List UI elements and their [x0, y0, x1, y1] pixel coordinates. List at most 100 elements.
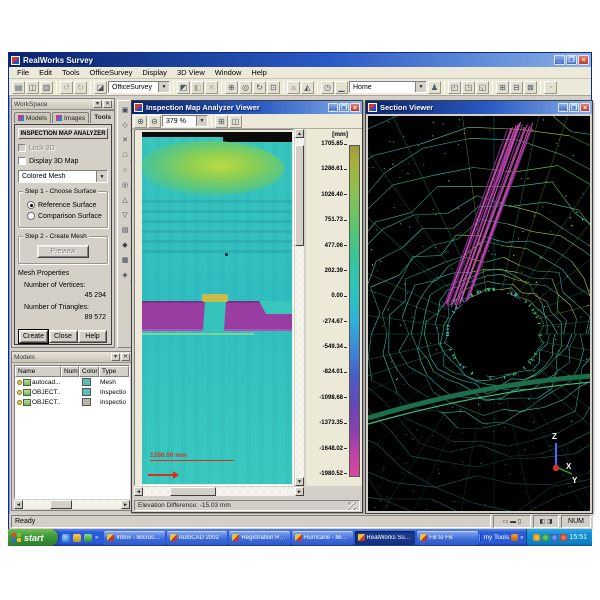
quick-launch-icon[interactable]	[73, 534, 81, 542]
rotate-icon[interactable]: ↻	[253, 81, 266, 94]
map-viewer-titlebar[interactable]: Inspection Map Analyzer Viewer _ ❐ ×	[132, 101, 362, 114]
models-column-name[interactable]: Name	[15, 366, 61, 377]
lock-3d-checkbox[interactable]	[18, 144, 26, 152]
chevron-down-icon[interactable]: ▼	[415, 82, 426, 92]
cascade-icon[interactable]: ⊞	[496, 81, 509, 94]
help-button[interactable]: Help	[78, 330, 107, 343]
mesh-type-dropdown[interactable]: Colored Mesh ▼	[18, 170, 108, 183]
taskbar-task[interactable]: RealWorks Survey	[355, 531, 416, 545]
scroll-up-icon[interactable]: ▲	[295, 129, 304, 138]
save-icon[interactable]: ◫	[26, 81, 39, 94]
minimize-button[interactable]: _	[554, 55, 565, 65]
comparison-surface-radio[interactable]	[27, 212, 35, 220]
fit-view-icon[interactable]: ⊞	[215, 115, 228, 128]
clock-icon[interactable]: ◷	[321, 81, 334, 94]
start-button[interactable]: start	[8, 529, 58, 546]
undo-icon[interactable]: ↺	[60, 81, 73, 94]
section-maximize-button[interactable]: ❐	[569, 103, 579, 112]
models-column-type[interactable]: Type	[99, 366, 129, 377]
vertical-tool-icon[interactable]: ◈▾	[119, 268, 132, 282]
cut-icon[interactable]: ✕	[205, 81, 218, 94]
chevron-overflow-icon[interactable]: »	[95, 535, 98, 541]
tray-icon[interactable]	[560, 534, 567, 541]
quick-launch-icon[interactable]	[84, 534, 92, 542]
section-minimize-button[interactable]: _	[558, 103, 568, 112]
zoom-level-combo[interactable]: 379 % ▼	[162, 115, 208, 127]
layout2-icon[interactable]: ◳	[462, 81, 475, 94]
vertical-tool-icon[interactable]: ▣	[119, 103, 132, 117]
section-viewer-titlebar[interactable]: Section Viewer _ ❐ ×	[366, 101, 592, 114]
pan-icon[interactable]: ◫	[229, 115, 242, 128]
vertical-tool-icon[interactable]: ◆▾	[119, 238, 132, 252]
taskbar-task[interactable]: Hurricane - Micro...	[292, 531, 353, 545]
zoom-out-icon[interactable]: ⊖	[148, 115, 161, 128]
reference-surface-row[interactable]: Reference Surface	[27, 201, 103, 209]
chevron-down-icon[interactable]: ▼	[158, 82, 169, 92]
comparison-surface-row[interactable]: Comparison Surface	[27, 212, 103, 220]
target-icon[interactable]: ◎	[239, 81, 252, 94]
vertical-tool-icon[interactable]: △	[119, 193, 132, 207]
lock-3d-row[interactable]: Lock 3D	[18, 144, 108, 152]
models-caption[interactable]: Models ▾ ✕	[12, 352, 132, 363]
main-titlebar[interactable]: RealWorks Survey _ ❐ ×	[9, 53, 591, 67]
tab-tools[interactable]: Tools	[90, 110, 115, 123]
models-column-num[interactable]: Num...	[61, 366, 79, 377]
map-minimize-button[interactable]: _	[328, 103, 338, 112]
models-close-icon[interactable]: ✕	[121, 353, 130, 361]
menu-help[interactable]: Help	[247, 68, 270, 77]
print-icon[interactable]: ▥	[40, 81, 53, 94]
map-canvas[interactable]: 1200.00 mm	[134, 129, 294, 486]
scroll-left-icon[interactable]: ◄	[14, 500, 23, 509]
map-vscrollbar[interactable]: ▲ ▼	[295, 129, 304, 486]
layout1-icon[interactable]: ◰	[448, 81, 461, 94]
workspace-caption[interactable]: WorkSpace ▾ ✕	[12, 99, 114, 110]
layout3-icon[interactable]: ◱	[476, 81, 489, 94]
vertical-tool-icon[interactable]: ▽▾	[119, 208, 132, 222]
internet-explorer-icon[interactable]	[62, 534, 70, 542]
close-button[interactable]: ×	[578, 55, 589, 65]
chevron-overflow-icon[interactable]: »	[520, 535, 523, 541]
redo-icon[interactable]: ↻	[74, 81, 87, 94]
display-3d-map-checkbox[interactable]	[18, 157, 26, 165]
section-close-button[interactable]: ×	[580, 103, 590, 112]
taskbar-task[interactable]: AutoCAD 2002	[167, 531, 228, 545]
sync-icon[interactable]: ◪	[94, 81, 107, 94]
fit-icon[interactable]: ⊡	[267, 81, 280, 94]
vertical-tool-icon[interactable]: ◎▾	[119, 178, 132, 192]
measure-icon[interactable]: ⊕	[225, 81, 238, 94]
menu-officesurvey[interactable]: OfficeSurvey	[86, 68, 137, 77]
close-panel-button[interactable]: Close	[49, 330, 78, 343]
edit-icon[interactable]: ◭	[301, 81, 314, 94]
deselect-icon[interactable]: ◧	[191, 81, 204, 94]
menu-display[interactable]: Display	[138, 68, 171, 77]
officesurvey-combo[interactable]: OfficeSurvey▼	[108, 81, 170, 93]
tab-models[interactable]: Models	[14, 112, 51, 123]
user-icon[interactable]: ♟	[428, 81, 441, 94]
map-maximize-button[interactable]: ❐	[339, 103, 349, 112]
inspection-heatmap[interactable]: 1200.00 mm	[142, 132, 292, 484]
preview-button[interactable]: Preview	[37, 245, 89, 258]
tray-icon[interactable]	[551, 534, 558, 541]
workspace-pin-icon[interactable]: ▾	[93, 100, 102, 108]
menu-tools[interactable]: Tools	[58, 68, 84, 77]
vertical-tool-icon[interactable]: ✕	[119, 133, 132, 147]
tile-icon[interactable]: ⊟	[510, 81, 523, 94]
menu-edit[interactable]: Edit	[35, 68, 56, 77]
tray-icon[interactable]	[533, 534, 540, 541]
map-close-button[interactable]: ×	[350, 103, 360, 112]
chart-icon[interactable]: ▁	[335, 81, 348, 94]
vertical-tool-icon[interactable]: ◇▾	[119, 118, 132, 132]
chevron-down-icon[interactable]: ▼	[96, 171, 107, 182]
reference-surface-radio[interactable]	[27, 201, 35, 209]
open-icon[interactable]: ▤	[12, 81, 25, 94]
maximize-button[interactable]: ❐	[566, 55, 577, 65]
help-icon[interactable]: ◔	[544, 81, 557, 94]
scroll-right-icon[interactable]: ►	[121, 500, 130, 509]
mytools-icon[interactable]	[511, 534, 518, 541]
split-icon[interactable]: ⊠	[524, 81, 537, 94]
vertical-tool-icon[interactable]: ▦	[119, 253, 132, 267]
display-3d-map-row[interactable]: Display 3D Map	[18, 157, 108, 165]
taskbar-task[interactable]: FB to FB	[417, 531, 478, 545]
scroll-right-icon[interactable]: ►	[295, 487, 304, 496]
resize-grip[interactable]	[348, 502, 356, 510]
